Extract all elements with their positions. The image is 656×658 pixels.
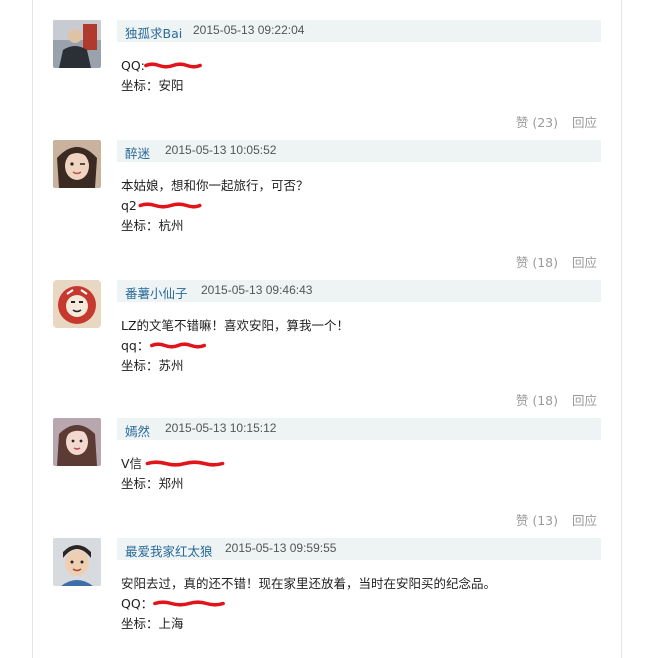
reply-button[interactable]: 回应	[572, 115, 597, 130]
comment-body: V信 坐标：郑州	[121, 454, 225, 494]
comment-actions: 赞 (23) 回应	[506, 112, 597, 131]
timestamp: 2015-05-13 09:59:55	[225, 541, 337, 555]
comment-line: 坐标：上海	[121, 616, 184, 631]
like-button[interactable]: 赞 (13)	[516, 513, 558, 528]
comment-line: QQ:	[121, 56, 202, 76]
comment-line: 本姑娘，想和你一起旅行，可否？	[121, 178, 309, 193]
comment-body: LZ的文笔不错嘛！喜欢安阳，算我一个！ qq： 坐标：苏州	[121, 316, 349, 376]
username-link[interactable]: 独孤求Bai	[125, 23, 182, 42]
comment-body: 本姑娘，想和你一起旅行，可否？ q2 坐标：杭州	[121, 176, 309, 236]
comment-header: 最爱我家红太狼 2015-05-13 09:59:55	[117, 538, 601, 560]
timestamp: 2015-05-13 10:05:52	[165, 143, 277, 157]
username-link[interactable]: 醉迷	[125, 143, 150, 162]
comment-line: q2	[121, 196, 309, 216]
redaction-mark	[150, 342, 206, 349]
comment-actions: 赞 (18) 回应	[506, 390, 597, 409]
comment-line: QQ：	[121, 594, 496, 614]
username-link[interactable]: 番薯小仙子	[125, 283, 188, 302]
username-link[interactable]: 最爱我家红太狼	[125, 541, 213, 560]
redaction-mark	[138, 202, 202, 209]
avatar[interactable]	[53, 140, 101, 188]
comment-list: 独孤求Bai 2015-05-13 09:22:04 QQ: 坐标：安阳 赞 (…	[32, 0, 622, 658]
comment-header: 独孤求Bai 2015-05-13 09:22:04	[117, 20, 601, 42]
comment-line: 坐标：安阳	[121, 78, 184, 93]
redaction-mark	[145, 460, 225, 467]
timestamp: 2015-05-13 09:46:43	[201, 283, 313, 297]
comment-line: 坐标：杭州	[121, 218, 184, 233]
comment-line: 坐标：苏州	[121, 358, 184, 373]
like-button[interactable]: 赞 (18)	[516, 393, 558, 408]
avatar[interactable]	[53, 280, 101, 328]
redaction-mark	[153, 600, 225, 607]
username-link[interactable]: 嫣然	[125, 421, 150, 440]
timestamp: 2015-05-13 10:15:12	[165, 421, 277, 435]
comment-body: 安阳去过，真的还不错！现在家里还放着，当时在安阳买的纪念品。 QQ： 坐标：上海	[121, 574, 496, 634]
comment-line: 坐标：郑州	[121, 476, 184, 491]
like-button[interactable]: 赞 (18)	[516, 255, 558, 270]
comment-actions: 赞 (18) 回应	[506, 252, 597, 271]
comment-line: LZ的文笔不错嘛！喜欢安阳，算我一个！	[121, 318, 350, 333]
reply-button[interactable]: 回应	[572, 513, 597, 528]
comment-actions: 赞 (13) 回应	[506, 510, 597, 529]
comment-line: 安阳去过，真的还不错！现在家里还放着，当时在安阳买的纪念品。	[121, 576, 497, 591]
comment-line: V信	[121, 454, 225, 474]
comment-body: QQ: 坐标：安阳	[121, 56, 202, 96]
reply-button[interactable]: 回应	[572, 255, 597, 270]
avatar[interactable]	[53, 418, 101, 466]
timestamp: 2015-05-13 09:22:04	[193, 23, 305, 37]
redaction-mark	[144, 62, 202, 69]
comment-header: 嫣然 2015-05-13 10:15:12	[117, 418, 601, 440]
reply-button[interactable]: 回应	[572, 393, 597, 408]
comment-header: 番薯小仙子 2015-05-13 09:46:43	[117, 280, 601, 302]
comment-header: 醉迷 2015-05-13 10:05:52	[117, 140, 601, 162]
comment-line: qq：	[121, 336, 349, 356]
like-button[interactable]: 赞 (23)	[516, 115, 558, 130]
avatar[interactable]	[53, 538, 101, 586]
avatar[interactable]	[53, 20, 101, 68]
